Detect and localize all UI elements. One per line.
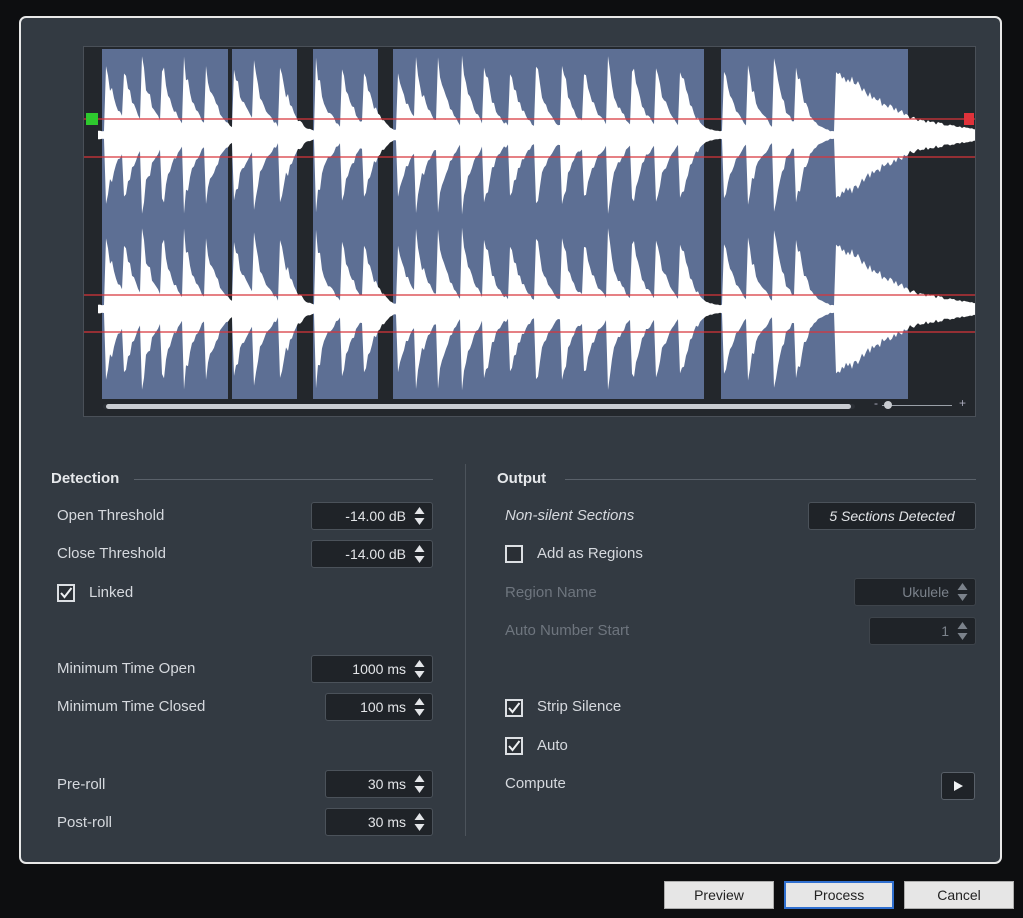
open-threshold-value: -14.00 dB <box>345 508 406 524</box>
region-name-label: Region Name <box>505 584 597 601</box>
spinner-arrows-icon[interactable] <box>414 697 425 717</box>
output-divider <box>565 479 976 480</box>
post-roll-label: Post-roll <box>57 814 113 831</box>
compute-button[interactable] <box>941 772 975 800</box>
cancel-button[interactable]: Cancel <box>904 881 1014 909</box>
open-threshold-field[interactable]: -14.00 dB <box>311 502 433 530</box>
output-heading: Output <box>497 470 547 487</box>
waveform-channel-left <box>98 55 975 215</box>
process-button[interactable]: Process <box>784 881 894 909</box>
column-divider <box>465 464 466 836</box>
region-name-value: Ukulele <box>902 584 949 600</box>
min-time-closed-value: 100 ms <box>360 699 406 715</box>
strip-silence-checkbox[interactable] <box>505 699 523 717</box>
detection-divider <box>134 479 433 480</box>
zoom-out-icon[interactable]: - <box>874 396 878 410</box>
waveform-channel-right <box>98 227 975 391</box>
close-threshold-value: -14.00 dB <box>345 546 406 562</box>
checkmark-icon <box>508 740 521 752</box>
auto-label: Auto <box>537 737 568 754</box>
sections-detected-display: 5 Sections Detected <box>808 502 976 530</box>
spinner-arrows-icon[interactable] <box>414 774 425 794</box>
zoom-slider-track[interactable] <box>882 405 952 406</box>
zoom-in-icon[interactable]: + <box>959 396 966 410</box>
add-as-regions-label: Add as Regions <box>537 545 643 562</box>
min-time-open-field[interactable]: 1000 ms <box>311 655 433 683</box>
waveform-display[interactable] <box>83 46 976 417</box>
open-threshold-handle[interactable] <box>86 113 98 125</box>
auto-number-start-value: 1 <box>941 623 949 639</box>
zoom-slider-handle[interactable] <box>884 401 892 409</box>
checkmark-icon <box>60 587 73 599</box>
waveform-trace <box>98 55 975 215</box>
pre-roll-value: 30 ms <box>367 776 406 792</box>
compute-label: Compute <box>505 775 566 792</box>
auto-number-start-label: Auto Number Start <box>505 622 630 639</box>
checkmark-icon <box>508 702 521 714</box>
spinner-arrows-icon[interactable] <box>414 812 425 832</box>
min-time-open-value: 1000 ms <box>352 661 406 677</box>
preview-button[interactable]: Preview <box>664 881 774 909</box>
min-time-open-label: Minimum Time Open <box>57 660 196 677</box>
sections-detected-value: 5 Sections Detected <box>829 508 955 524</box>
pre-roll-label: Pre-roll <box>57 776 106 793</box>
linked-checkbox[interactable] <box>57 584 75 602</box>
non-silent-sections <box>102 49 908 399</box>
auto-number-start-field[interactable]: 1 <box>869 617 976 645</box>
min-time-closed-field[interactable]: 100 ms <box>325 693 433 721</box>
detection-heading: Detection <box>51 470 120 487</box>
spinner-arrows-icon[interactable] <box>957 582 968 602</box>
spinner-arrows-icon[interactable] <box>957 621 968 641</box>
pre-roll-field[interactable]: 30 ms <box>325 770 433 798</box>
post-roll-value: 30 ms <box>367 814 406 830</box>
close-threshold-label: Close Threshold <box>57 545 166 562</box>
add-as-regions-checkbox[interactable] <box>505 545 523 563</box>
play-icon <box>954 781 963 791</box>
horizontal-scrollbar-thumb[interactable] <box>106 404 851 409</box>
spinner-arrows-icon[interactable] <box>414 544 425 564</box>
strip-silence-label: Strip Silence <box>537 698 622 715</box>
waveform-canvas[interactable] <box>84 47 976 417</box>
auto-checkbox[interactable] <box>505 737 523 755</box>
post-roll-field[interactable]: 30 ms <box>325 808 433 836</box>
min-time-closed-label: Minimum Time Closed <box>57 698 206 715</box>
non-silent-sections-label: Non-silent Sections <box>505 507 635 524</box>
spinner-arrows-icon[interactable] <box>414 506 425 526</box>
open-threshold-label: Open Threshold <box>57 507 165 524</box>
region-name-field[interactable]: Ukulele <box>854 578 976 606</box>
close-threshold-handle[interactable] <box>964 113 974 125</box>
waveform-trace <box>98 227 975 391</box>
linked-label: Linked <box>89 584 134 601</box>
spinner-arrows-icon[interactable] <box>414 659 425 679</box>
close-threshold-field[interactable]: -14.00 dB <box>311 540 433 568</box>
